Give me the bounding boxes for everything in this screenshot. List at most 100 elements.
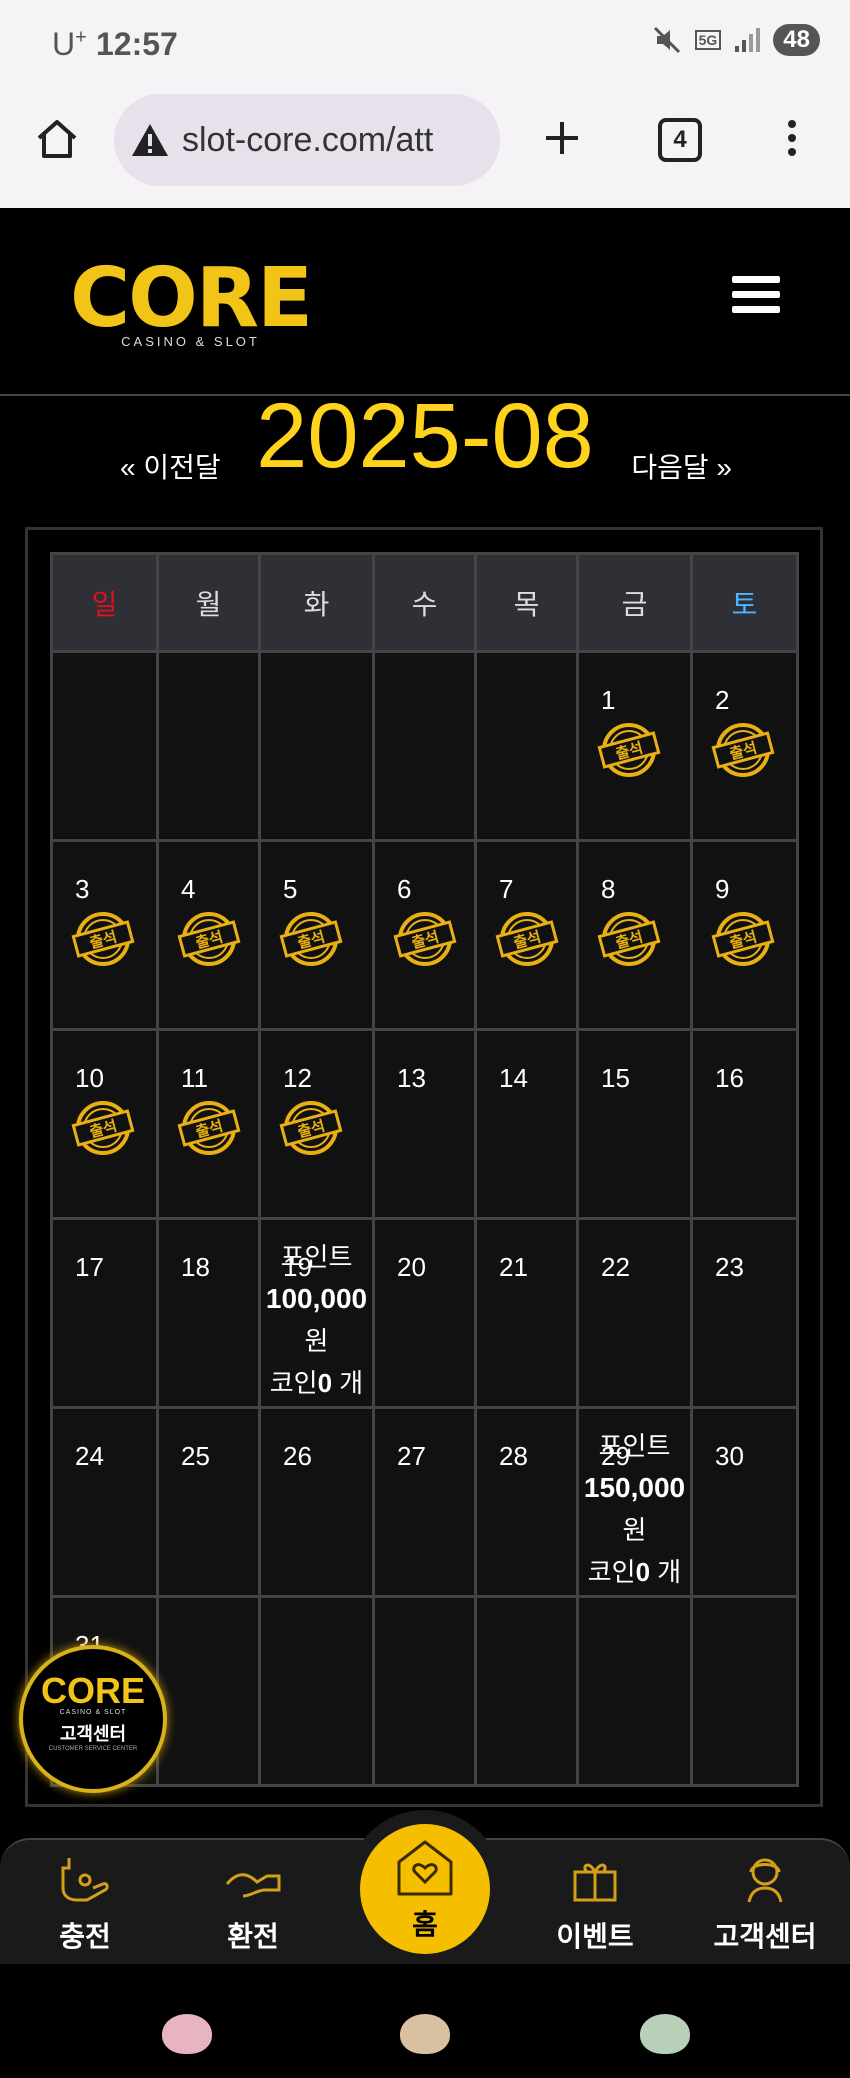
calendar-day-cell[interactable]: 27 [372, 1406, 477, 1598]
attendance-calendar: 일월화수목금토 1 출석 2 출석 3 출석 4 출석 5 출석 6 출석 7 출석 8 출석 9 출석 10 출석 1… [50, 552, 799, 1787]
frog-icon[interactable] [640, 2014, 690, 2054]
customer-service-badge[interactable]: CORE CASINO & SLOT 고객센터 CUSTOMER SERVICE… [19, 1645, 167, 1793]
calendar-day-cell[interactable] [258, 650, 375, 842]
calendar-day-cell[interactable]: 14 [474, 1028, 579, 1220]
reward-unit: 원 [304, 1326, 329, 1356]
calendar-day-cell[interactable]: 9 출석 [690, 839, 799, 1031]
day-number: 7 [499, 874, 514, 904]
day-number: 11 [181, 1063, 208, 1093]
month-navigation: « 이전달 2025-08 다음달 » [0, 385, 850, 496]
carrier-label: U+ [52, 26, 87, 62]
calendar-day-cell[interactable] [690, 1595, 799, 1787]
hamburger-menu-icon[interactable] [732, 276, 780, 321]
home-icon[interactable] [34, 116, 80, 162]
support-logo: CORE [40, 1670, 145, 1711]
tab-switcher-button[interactable]: 4 [658, 118, 702, 162]
calendar-day-cell[interactable]: 8 출석 [576, 839, 693, 1031]
calendar-day-cell[interactable]: 5 출석 [258, 839, 375, 1031]
calendar-day-cell[interactable] [156, 1595, 261, 1787]
calendar-day-cell[interactable]: 12 출석 [258, 1028, 375, 1220]
more-menu-icon[interactable] [780, 116, 804, 160]
attendance-stamp-icon: 출석 [279, 1101, 343, 1155]
headset-icon [747, 1858, 783, 1903]
weekday-header: 화 [258, 552, 375, 653]
calendar-day-cell[interactable] [474, 650, 579, 842]
browser-toolbar: slot-core.com/att 4 [0, 88, 850, 208]
calendar-day-cell[interactable]: 2 출석 [690, 650, 799, 842]
day-number: 20 [397, 1252, 426, 1282]
calendar-day-cell[interactable] [156, 650, 261, 842]
weekday-header: 토 [690, 552, 799, 653]
day-number: 2 [715, 685, 730, 715]
calendar-day-cell[interactable]: 13 [372, 1028, 477, 1220]
calendar-day-cell[interactable]: 17 [50, 1217, 159, 1409]
calendar-day-cell[interactable] [372, 1595, 477, 1787]
frog-icon[interactable] [400, 2014, 450, 2054]
calendar-day-cell[interactable] [474, 1595, 579, 1787]
reward-coin: 코인0 개 [587, 1557, 682, 1587]
battery-indicator: 48 [773, 24, 820, 56]
day-number: 17 [75, 1252, 104, 1282]
url-text[interactable]: slot-core.com/att [182, 121, 433, 160]
calendar-day-cell[interactable]: 15 [576, 1028, 693, 1220]
calendar-day-cell[interactable]: 22 [576, 1217, 693, 1409]
attendance-stamp-icon: 출석 [711, 912, 775, 966]
attendance-stamp-icon: 출석 [597, 723, 661, 777]
calendar-day-cell[interactable]: 23 [690, 1217, 799, 1409]
calendar-day-cell[interactable]: 1 출석 [576, 650, 693, 842]
calendar-week-row: 17 18 19 포인트 100,000 원 코인0 개 20 21 22 23 [50, 1217, 799, 1409]
exchange-icon [225, 1873, 281, 1898]
nav-home[interactable]: 홈 [360, 1824, 490, 1954]
new-tab-icon[interactable] [540, 116, 584, 160]
attendance-stamp-icon: 출석 [177, 912, 241, 966]
calendar-day-cell[interactable]: 20 [372, 1217, 477, 1409]
next-month-link[interactable]: 다음달 » [631, 446, 732, 486]
day-number: 22 [601, 1252, 630, 1282]
mute-icon [653, 26, 680, 54]
nav-event[interactable]: 이벤트 [535, 1854, 655, 1955]
nav-charge[interactable]: 충전 [25, 1854, 145, 1955]
calendar-day-cell[interactable]: 10 출석 [50, 1028, 159, 1220]
nav-support[interactable]: 고객센터 [705, 1854, 825, 1955]
attendance-stamp-icon: 출석 [71, 912, 135, 966]
reward-coin: 코인0 개 [269, 1368, 364, 1398]
calendar-day-cell[interactable]: 28 [474, 1406, 579, 1598]
signal-icon [735, 28, 761, 52]
calendar-week-row: 31 [50, 1595, 799, 1787]
day-number: 25 [181, 1441, 210, 1471]
frog-icon[interactable] [162, 2014, 212, 2054]
calendar-day-cell[interactable]: 11 출석 [156, 1028, 261, 1220]
calendar-day-cell[interactable]: 7 출석 [474, 839, 579, 1031]
site-logo[interactable]: CORE CASINO & SLOT [70, 258, 313, 350]
weekday-header: 목 [474, 552, 579, 653]
calendar-day-cell[interactable]: 24 [50, 1406, 159, 1598]
calendar-day-cell[interactable] [50, 650, 159, 842]
warning-icon[interactable] [130, 120, 170, 160]
address-bar[interactable]: slot-core.com/att [114, 94, 500, 186]
calendar-day-cell[interactable] [258, 1595, 375, 1787]
calendar-day-cell[interactable]: 4 출석 [156, 839, 261, 1031]
calendar-day-cell[interactable]: 18 [156, 1217, 261, 1409]
gift-icon [573, 1863, 617, 1902]
charge-icon [61, 1858, 109, 1902]
calendar-day-cell[interactable]: 26 [258, 1406, 375, 1598]
day-number: 21 [499, 1252, 528, 1282]
calendar-day-cell[interactable]: 30 [690, 1406, 799, 1598]
calendar-day-cell[interactable]: 25 [156, 1406, 261, 1598]
reward-info: 포인트 100,000 원 코인0 개 [261, 1236, 372, 1404]
day-number: 1 [601, 685, 616, 715]
calendar-day-cell[interactable]: 3 출석 [50, 839, 159, 1031]
calendar-day-cell[interactable] [576, 1595, 693, 1787]
calendar-week-row: 1 출석 2 출석 [50, 650, 799, 842]
day-number: 30 [715, 1441, 744, 1471]
calendar-day-cell[interactable]: 21 [474, 1217, 579, 1409]
calendar-day-cell[interactable]: 29 포인트 150,000 원 코인0 개 [576, 1406, 693, 1598]
calendar-day-cell[interactable]: 6 출석 [372, 839, 477, 1031]
attendance-stamp-icon: 출석 [495, 912, 559, 966]
day-number: 13 [397, 1063, 426, 1093]
nav-exchange[interactable]: 환전 [193, 1854, 313, 1955]
calendar-day-cell[interactable] [372, 650, 477, 842]
attendance-stamp-icon: 출석 [597, 912, 661, 966]
calendar-day-cell[interactable]: 19 포인트 100,000 원 코인0 개 [258, 1217, 375, 1409]
calendar-day-cell[interactable]: 16 [690, 1028, 799, 1220]
